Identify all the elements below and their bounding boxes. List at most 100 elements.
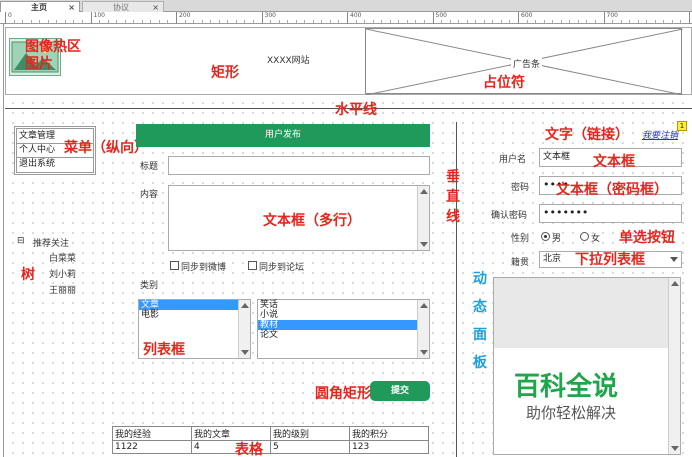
scroll-down-icon[interactable]: [241, 350, 249, 355]
sync-weibo-checkbox[interactable]: [170, 261, 179, 270]
tree-root[interactable]: 推荐关注: [33, 236, 69, 249]
panel-scrollbar[interactable]: [668, 278, 680, 454]
ruler-minor-tick: [398, 20, 400, 23]
scroll-up-icon[interactable]: [420, 303, 428, 308]
scroll-up-icon[interactable]: [671, 281, 679, 286]
rect-label: 矩形: [211, 65, 239, 81]
ruler-minor-tick: [612, 20, 614, 23]
ruler-minor-tick: [594, 20, 596, 23]
vline-label: 垂 直 线: [446, 169, 460, 225]
ruler-minor-tick: [141, 20, 143, 23]
ruler-minor-tick: [466, 20, 468, 23]
ruler-minor-tick: [526, 20, 528, 23]
sync-weibo-label: 同步到微博: [181, 263, 227, 273]
ruler-minor-tick: [449, 20, 451, 23]
ruler-minor-tick: [372, 20, 374, 23]
ruler-top: 0100200300400500600700800: [0, 12, 692, 24]
ruler-minor-tick: [381, 20, 383, 23]
panel-subtitle: 助你轻松解决: [526, 404, 617, 422]
title-input[interactable]: [168, 156, 430, 175]
tab-bar: 主页 × 协议 ×: [0, 0, 692, 12]
list-item[interactable]: 小说: [258, 310, 429, 320]
site-name: XXXX网站: [267, 56, 310, 66]
ruler-minor-tick: [278, 20, 280, 23]
ruler-minor-tick: [47, 20, 49, 23]
tree-child[interactable]: 刘小莉: [49, 267, 76, 280]
ruler-minor-tick: [637, 20, 639, 23]
tab-protocol[interactable]: 协议 ×: [82, 1, 164, 12]
tab-protocol-label: 协议: [113, 3, 129, 12]
ruler-minor-tick: [441, 20, 443, 23]
list-item[interactable]: 教材: [258, 320, 417, 330]
ad-text: 广告条: [511, 57, 543, 70]
ruler-minor-tick: [483, 20, 485, 23]
ruler-minor-tick: [73, 20, 75, 23]
tree-child[interactable]: 白菜菜: [49, 251, 76, 264]
ruler-minor-tick: [569, 20, 571, 23]
ruler-minor-tick: [321, 20, 323, 23]
scroll-down-icon[interactable]: [420, 350, 428, 355]
female-radio[interactable]: [580, 232, 589, 241]
username-label: 用户名: [499, 155, 527, 165]
ruler-minor-tick: [329, 20, 331, 23]
scroll-down-icon[interactable]: [671, 446, 679, 451]
list-item[interactable]: 笑话: [258, 300, 429, 310]
ruler-minor-tick: [252, 20, 254, 23]
ruler-minor-tick: [509, 20, 511, 23]
ruler-minor-tick: [560, 20, 562, 23]
scroll-up-icon[interactable]: [241, 303, 249, 308]
ruler-minor-tick: [124, 20, 126, 23]
menu-item-logout[interactable]: 退出系统: [17, 158, 93, 172]
ruler-minor-tick: [500, 20, 502, 23]
ruler-left: [0, 24, 4, 457]
dropdown-label: 下拉列表框: [575, 252, 645, 268]
dynamic-panel[interactable]: 百科全说 助你轻松解决: [493, 277, 681, 455]
ruler-minor-tick: [22, 20, 24, 23]
ruler-minor-tick: [475, 20, 477, 23]
list-item[interactable]: 电影: [139, 310, 250, 320]
ruler-minor-tick: [193, 20, 195, 23]
textarea-scrollbar[interactable]: [417, 186, 429, 250]
stats-table: 我的经验 我的文章 我的级别 我的积分 1122 4 5 123: [112, 426, 429, 454]
ruler-minor-tick: [39, 20, 41, 23]
ruler-minor-tick: [295, 20, 297, 23]
listbox-scrollbar[interactable]: [238, 300, 250, 358]
native-label: 籍贯: [511, 258, 530, 268]
ruler-minor-tick: [663, 20, 665, 23]
ruler-minor-tick: [552, 20, 554, 23]
list-item[interactable]: 论文: [258, 330, 429, 340]
ruler-minor-tick: [201, 20, 203, 23]
ruler-minor-tick: [244, 20, 246, 23]
ruler-tick: 400: [347, 12, 361, 24]
password-label: 密码: [511, 183, 530, 193]
subcategory-listbox[interactable]: 笑话 小说 教材 论文: [257, 299, 430, 359]
confirm-password-input[interactable]: •••••••: [539, 204, 682, 223]
submit-button[interactable]: 提交: [370, 381, 430, 401]
ruler-minor-tick: [116, 20, 118, 23]
note-marker-icon[interactable]: 1: [677, 121, 687, 131]
dynamic-panel-label: 动 态 面 板: [473, 271, 487, 371]
design-canvas[interactable]: 图像热区 图片 XXXX网站 矩形 广告条 占位符 水平线 文章管理 个人中心 …: [5, 25, 692, 457]
sync-forum-checkbox[interactable]: [248, 261, 257, 270]
listbox-scrollbar[interactable]: [417, 300, 429, 358]
native-selected-value: 北京: [543, 254, 562, 264]
logout-link[interactable]: 我要注销: [642, 128, 678, 141]
ruler-minor-tick: [423, 20, 425, 23]
tab-home[interactable]: 主页 ×: [0, 1, 80, 12]
panel-title: 百科全说: [514, 372, 619, 402]
ruler-minor-tick: [406, 20, 408, 23]
list-item[interactable]: 文章: [139, 300, 250, 310]
tree-toggle-icon[interactable]: ⊟: [17, 236, 25, 246]
scroll-down-icon[interactable]: [420, 242, 428, 247]
tree-child[interactable]: 王丽丽: [49, 283, 76, 296]
confirm-password-label: 确认密码: [491, 211, 528, 221]
ruler-minor-tick: [671, 20, 673, 23]
ruler-minor-tick: [629, 20, 631, 23]
ruler-minor-tick: [364, 20, 366, 23]
ruler-minor-tick: [680, 20, 682, 23]
tree-label: 树: [21, 267, 35, 283]
scroll-up-icon[interactable]: [420, 189, 428, 194]
male-radio[interactable]: [541, 232, 550, 241]
chevron-down-icon[interactable]: [670, 257, 678, 262]
ruler-minor-tick: [577, 20, 579, 23]
